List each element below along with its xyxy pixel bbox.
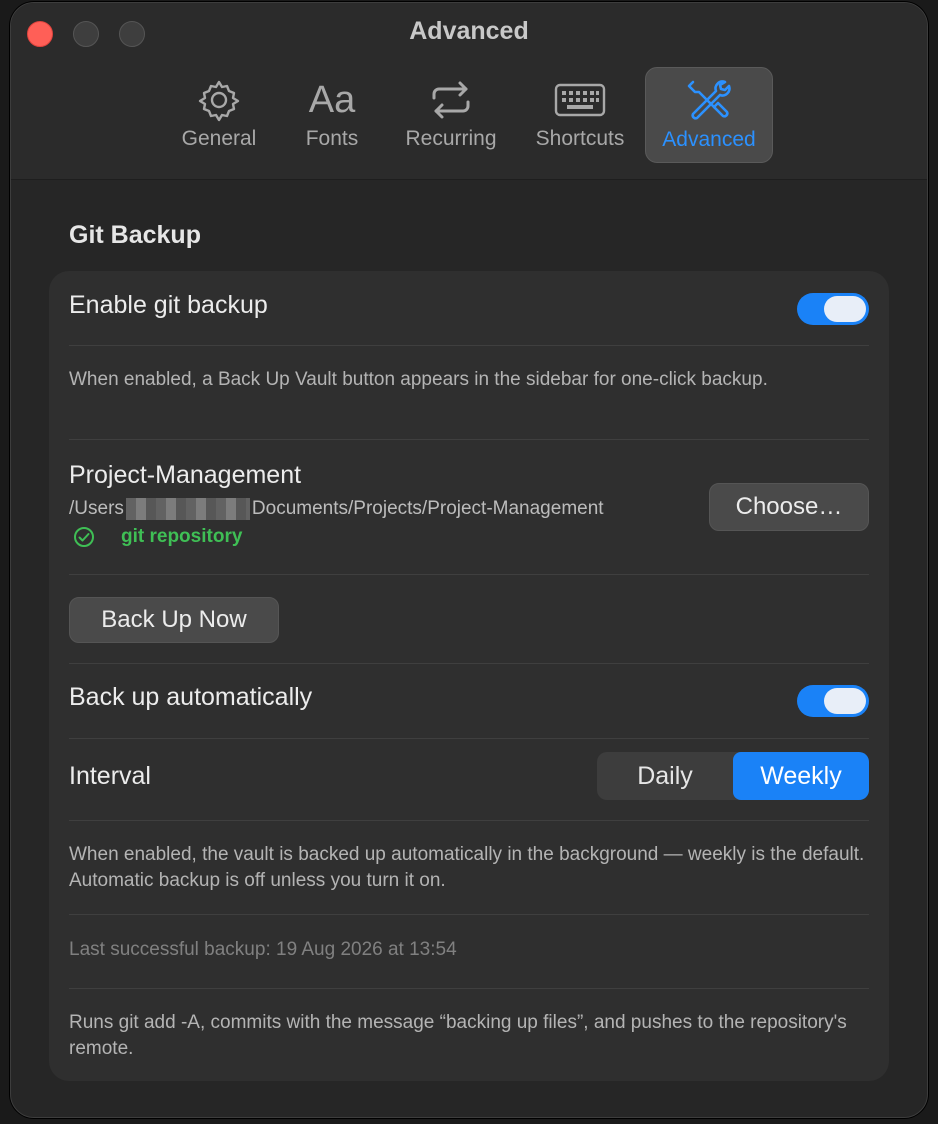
tab-recurring[interactable]: Recurring — [395, 67, 507, 163]
enable-git-backup-description: When enabled, a Back Up Vault button app… — [69, 369, 768, 390]
tab-general-label: General — [181, 127, 257, 150]
interval-row: Interval Daily Weekly — [69, 752, 869, 800]
repository-path-prefix: /Users — [69, 498, 124, 520]
divider — [69, 663, 869, 664]
repeat-icon — [428, 77, 474, 123]
keyboard-icon — [554, 77, 606, 123]
interval-label: Interval — [69, 762, 151, 790]
tab-general[interactable]: General — [165, 67, 273, 163]
auto-backup-label: Back up automatically — [69, 683, 313, 711]
tab-recurring-label: Recurring — [405, 127, 497, 150]
auto-backup-row: Back up automatically — [69, 683, 869, 719]
repository-status-text: git repository — [121, 526, 243, 548]
interval-option-daily[interactable]: Daily — [597, 752, 733, 800]
divider — [69, 988, 869, 989]
auto-backup-toggle[interactable] — [797, 685, 869, 717]
divider — [69, 439, 869, 440]
enable-git-backup-row: Enable git backup — [69, 291, 869, 327]
section-title-git-backup: Git Backup — [69, 221, 201, 249]
window-title: Advanced — [409, 17, 529, 45]
back-up-now-button[interactable]: Back Up Now — [69, 597, 279, 643]
repository-row: Project-Management /Users Documents/Proje… — [69, 461, 869, 551]
tab-fonts-label: Fonts — [305, 127, 359, 150]
auto-backup-description: When enabled, the vault is backed up aut… — [69, 844, 865, 891]
toggle-knob — [824, 688, 866, 714]
choose-repository-button[interactable]: Choose… — [709, 483, 869, 531]
titlebar: Advanced General Aa Fonts Recurring Shor… — [11, 3, 927, 180]
enable-git-backup-label: Enable git backup — [69, 291, 268, 319]
interval-option-weekly[interactable]: Weekly — [733, 752, 869, 800]
last-backup-status: Last successful backup: 19 Aug 2026 at 1… — [69, 939, 457, 960]
tab-shortcuts[interactable]: Shortcuts — [523, 67, 637, 163]
divider — [69, 345, 869, 346]
toggle-knob — [824, 296, 866, 322]
repository-path-suffix: Documents/Projects/Project-Management — [251, 498, 604, 520]
gear-icon — [197, 77, 241, 123]
divider — [69, 574, 869, 575]
divider — [69, 820, 869, 821]
preferences-window: Advanced General Aa Fonts Recurring Shor… — [10, 2, 928, 1118]
git-backup-card: Enable git backup When enabled, a Back U… — [49, 271, 889, 1081]
tab-advanced-label: Advanced — [662, 128, 756, 151]
tab-advanced[interactable]: Advanced — [645, 67, 773, 163]
tab-shortcuts-label: Shortcuts — [535, 127, 625, 150]
interval-segmented-control: Daily Weekly — [597, 752, 869, 800]
preferences-tabs: General Aa Fonts Recurring Shortcuts Adv… — [11, 67, 927, 163]
fonts-icon: Aa — [308, 78, 356, 121]
enable-git-backup-toggle[interactable] — [797, 293, 869, 325]
tools-icon — [685, 78, 733, 124]
redacted-username — [125, 498, 250, 520]
divider — [69, 914, 869, 915]
tab-fonts[interactable]: Aa Fonts — [287, 67, 377, 163]
checkmark-circle-icon — [74, 527, 94, 548]
backup-command-description: Runs git add -A, commits with the messag… — [69, 1012, 847, 1059]
divider — [69, 738, 869, 739]
